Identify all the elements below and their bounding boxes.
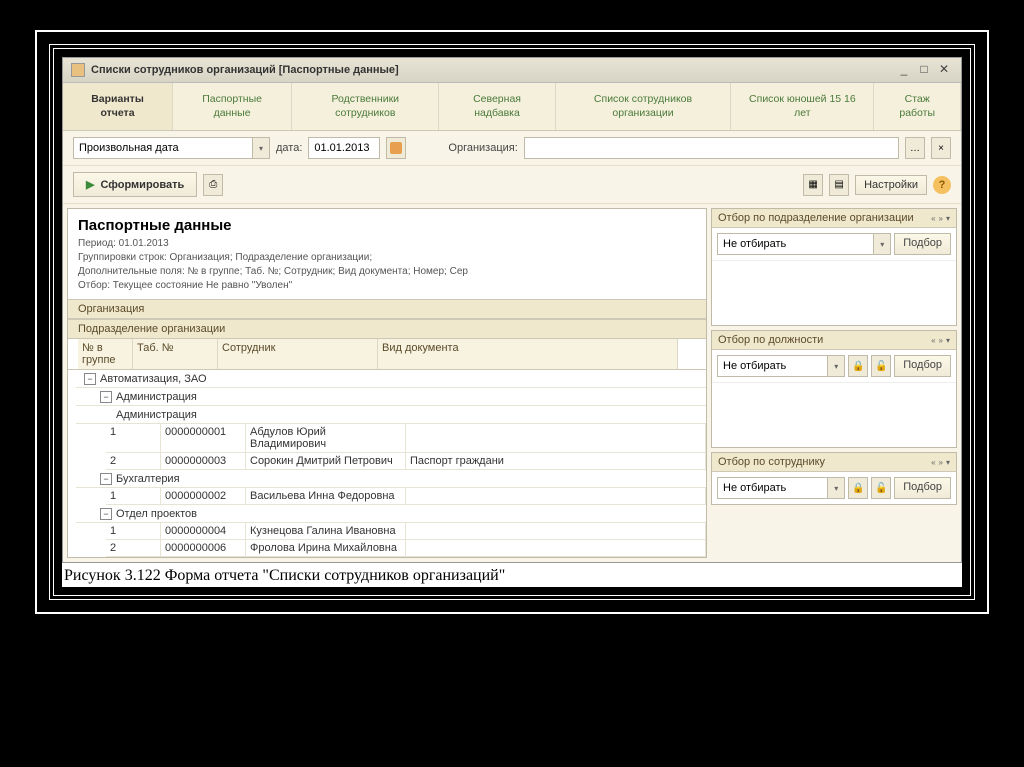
figure-caption: Рисунок 3.122 Форма отчета "Списки сотру… bbox=[62, 563, 962, 587]
filter-next-icon[interactable]: » bbox=[939, 458, 943, 467]
content-area: Паспортные данные Период: 01.01.2013 Гру… bbox=[63, 204, 961, 562]
filter-mode-dropdown[interactable] bbox=[717, 355, 845, 377]
tool-button-2[interactable]: ▤ bbox=[829, 174, 849, 196]
generate-label: Сформировать bbox=[100, 179, 184, 191]
filter-next-icon[interactable]: » bbox=[939, 214, 943, 223]
window-icon bbox=[71, 63, 85, 77]
dropdown-arrow-icon[interactable] bbox=[873, 233, 891, 255]
filter-menu-icon[interactable]: ▾ bbox=[946, 458, 950, 467]
action-toolbar: ▶ Сформировать ⎙ ▦ ▤ Настройки ? bbox=[63, 166, 961, 204]
mode-input[interactable] bbox=[73, 137, 253, 159]
report-header: Паспортные данные Период: 01.01.2013 Гру… bbox=[68, 209, 706, 299]
col-tab: Таб. № bbox=[133, 339, 218, 369]
group-header-org: Организация bbox=[68, 299, 706, 319]
table-row: Администрация bbox=[76, 406, 706, 424]
filter-employee: Отбор по сотруднику « » ▾ 🔒 🔓 Подбор bbox=[711, 452, 957, 505]
filter-next-icon[interactable]: » bbox=[939, 336, 943, 345]
window-title: Списки сотрудников организаций [Паспортн… bbox=[91, 64, 893, 76]
unlock-button[interactable]: 🔓 bbox=[871, 477, 891, 499]
lock-button[interactable]: 🔒 bbox=[848, 477, 868, 499]
report-extra-fields: Дополнительные поля: № в группе; Таб. №;… bbox=[78, 265, 696, 279]
filter-menu-icon[interactable]: ▾ bbox=[946, 214, 950, 223]
filter-list[interactable] bbox=[712, 260, 956, 325]
report-filter: Отбор: Текущее состояние Не равно "Уволе… bbox=[78, 279, 696, 293]
org-label: Организация: bbox=[448, 142, 517, 154]
calendar-icon bbox=[390, 142, 402, 154]
table-row: 1 0000000002 Васильева Инна Федоровна bbox=[106, 488, 706, 505]
tree-toggle[interactable]: − bbox=[100, 391, 112, 403]
minimize-button[interactable]: _ bbox=[895, 62, 913, 78]
filter-mode-dropdown[interactable] bbox=[717, 233, 891, 255]
group-header-dept: Подразделение организации bbox=[68, 319, 706, 339]
play-icon: ▶ bbox=[86, 178, 94, 191]
col-doctype: Вид документа bbox=[378, 339, 678, 369]
col-number: № в группе bbox=[78, 339, 133, 369]
table-row: 1 0000000001 Абдулов Юрий Владимирович bbox=[106, 424, 706, 453]
report-groupings: Группировки строк: Организация; Подразде… bbox=[78, 251, 696, 265]
titlebar: Списки сотрудников организаций [Паспортн… bbox=[63, 58, 961, 83]
filter-title: Отбор по должности « » ▾ bbox=[712, 331, 956, 350]
table-row: − Отдел проектов bbox=[76, 505, 706, 523]
calendar-button[interactable] bbox=[386, 137, 406, 159]
tree-toggle[interactable]: − bbox=[100, 473, 112, 485]
param-toolbar: дата: Организация: … × bbox=[63, 131, 961, 166]
dropdown-arrow-icon[interactable] bbox=[827, 477, 845, 499]
date-label: дата: bbox=[276, 142, 302, 154]
col-employee: Сотрудник bbox=[218, 339, 378, 369]
filter-prev-icon[interactable]: « bbox=[931, 214, 935, 223]
org-input[interactable] bbox=[524, 137, 899, 159]
tab-experience[interactable]: Стаж работы bbox=[874, 83, 961, 130]
report-title: Паспортные данные bbox=[78, 217, 696, 234]
tabs: Варианты отчета Паспортные данные Родств… bbox=[63, 83, 961, 131]
mode-dropdown[interactable] bbox=[73, 137, 270, 159]
lock-button[interactable]: 🔒 bbox=[848, 355, 868, 377]
print-button[interactable]: ⎙ bbox=[203, 174, 223, 196]
tab-passport[interactable]: Паспортные данные bbox=[173, 83, 292, 130]
dropdown-arrow-icon[interactable] bbox=[252, 137, 270, 159]
select-button[interactable]: Подбор bbox=[894, 477, 951, 499]
filter-position: Отбор по должности « » ▾ 🔒 🔓 Подбор bbox=[711, 330, 957, 448]
org-select-button[interactable]: … bbox=[905, 137, 925, 159]
filter-list[interactable] bbox=[712, 382, 956, 447]
tab-variants[interactable]: Варианты отчета bbox=[63, 83, 173, 130]
tab-northern[interactable]: Северная надбавка bbox=[439, 83, 555, 130]
tab-employee-list[interactable]: Список сотрудников организации bbox=[556, 83, 732, 130]
tree-toggle[interactable]: − bbox=[84, 373, 96, 385]
select-button[interactable]: Подбор bbox=[894, 355, 951, 377]
maximize-button[interactable]: □ bbox=[915, 62, 933, 78]
tab-relatives[interactable]: Родственники сотрудников bbox=[292, 83, 439, 130]
filters-pane: Отбор по подразделение организации « » ▾… bbox=[711, 208, 957, 558]
dropdown-arrow-icon[interactable] bbox=[827, 355, 845, 377]
table-row: 1 0000000004 Кузнецова Галина Ивановна bbox=[106, 523, 706, 540]
table-row: − Бухгалтерия bbox=[76, 470, 706, 488]
close-button[interactable]: ✕ bbox=[935, 62, 953, 78]
filter-mode-dropdown[interactable] bbox=[717, 477, 845, 499]
settings-button[interactable]: Настройки bbox=[855, 175, 927, 195]
unlock-button[interactable]: 🔓 bbox=[871, 355, 891, 377]
filter-prev-icon[interactable]: « bbox=[931, 336, 935, 345]
tree-toggle[interactable]: − bbox=[100, 508, 112, 520]
report-period: Период: 01.01.2013 bbox=[78, 237, 696, 251]
filter-prev-icon[interactable]: « bbox=[931, 458, 935, 467]
filter-title: Отбор по подразделение организации « » ▾ bbox=[712, 209, 956, 228]
select-button[interactable]: Подбор bbox=[894, 233, 951, 255]
help-button[interactable]: ? bbox=[933, 176, 951, 194]
filter-menu-icon[interactable]: ▾ bbox=[946, 336, 950, 345]
tree: − Автоматизация, ЗАО − Администрация Адм… bbox=[68, 370, 706, 557]
tab-young-men[interactable]: Список юношей 15 16 лет bbox=[731, 83, 874, 130]
filter-department: Отбор по подразделение организации « » ▾… bbox=[711, 208, 957, 326]
report-pane: Паспортные данные Период: 01.01.2013 Гру… bbox=[67, 208, 707, 558]
table-row: − Автоматизация, ЗАО bbox=[76, 370, 706, 388]
table-row: 2 0000000006 Фролова Ирина Михайловна bbox=[106, 540, 706, 557]
app-window: Списки сотрудников организаций [Паспортн… bbox=[62, 57, 962, 563]
org-clear-button[interactable]: × bbox=[931, 137, 951, 159]
table-header: № в группе Таб. № Сотрудник Вид документ… bbox=[68, 339, 706, 370]
date-input[interactable] bbox=[308, 137, 380, 159]
table-row: 2 0000000003 Сорокин Дмитрий Петрович Па… bbox=[106, 453, 706, 470]
tool-button-1[interactable]: ▦ bbox=[803, 174, 823, 196]
table-row: − Администрация bbox=[76, 388, 706, 406]
generate-button[interactable]: ▶ Сформировать bbox=[73, 172, 197, 197]
filter-title: Отбор по сотруднику « » ▾ bbox=[712, 453, 956, 472]
